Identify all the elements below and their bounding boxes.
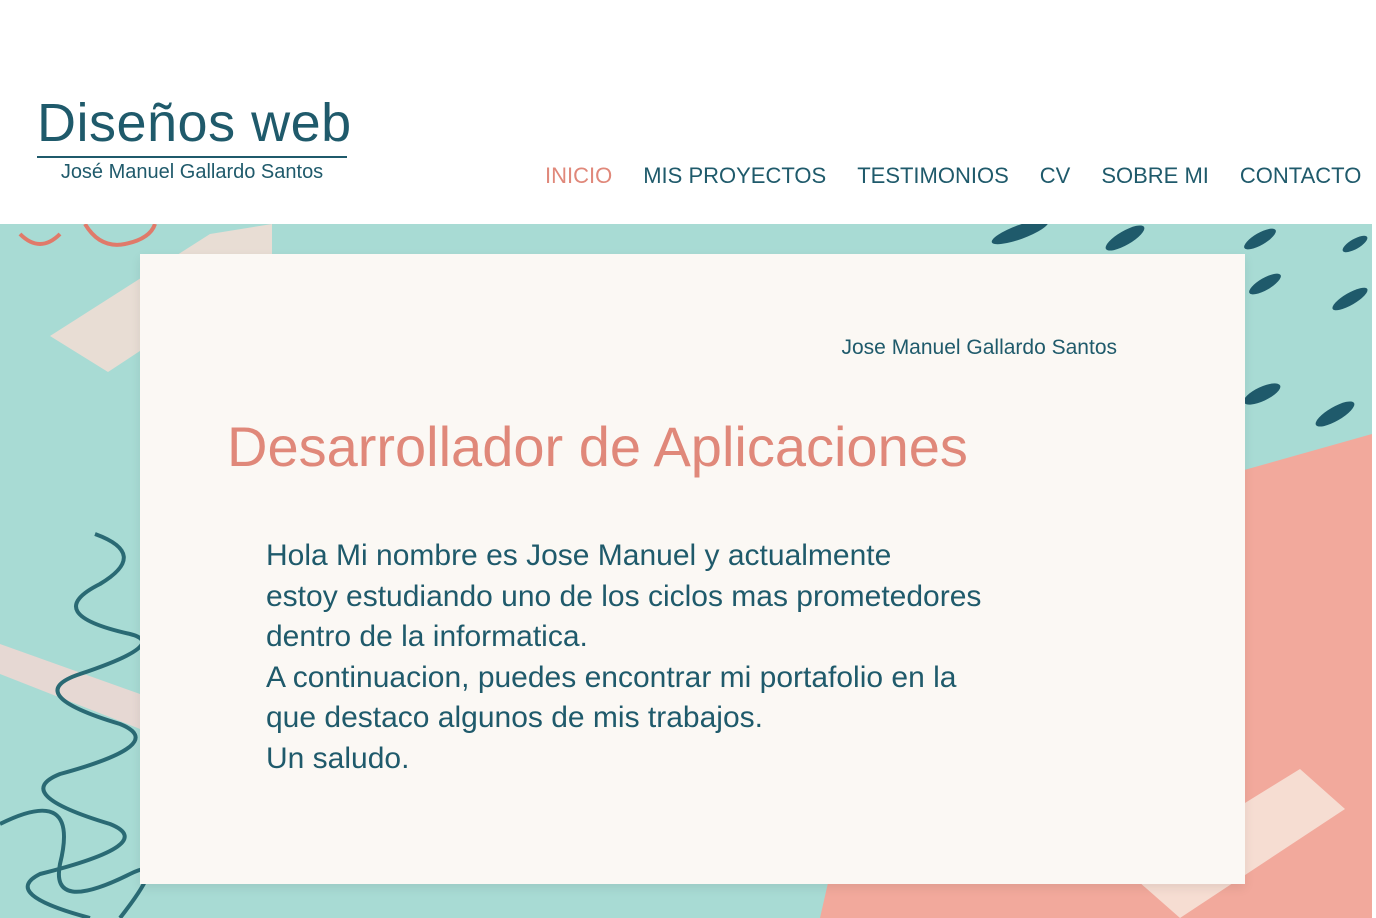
card-body-text: Hola Mi nombre es Jose Manuel y actualme… bbox=[266, 536, 1146, 779]
card-heading: Desarrollador de Aplicaciones bbox=[227, 415, 968, 478]
main-nav: INICIO MIS PROYECTOS TESTIMONIOS CV SOBR… bbox=[545, 160, 1361, 192]
body-line: estoy estudiando uno de los ciclos mas p… bbox=[266, 579, 982, 613]
nav-item-cv[interactable]: CV bbox=[1040, 160, 1071, 192]
nav-item-sobre-mi[interactable]: SOBRE MI bbox=[1101, 160, 1209, 192]
site-logo[interactable]: Diseños web José Manuel Gallardo Santos bbox=[37, 92, 352, 184]
nav-item-testimonios[interactable]: TESTIMONIOS bbox=[857, 160, 1009, 192]
body-line: A continuacion, puedes encontrar mi port… bbox=[266, 660, 957, 694]
squiggle-red bbox=[18, 224, 157, 247]
scribble-dark bbox=[25, 532, 145, 918]
body-line: dentro de la informatica. bbox=[266, 620, 588, 653]
card-author-name: Jose Manuel Gallardo Santos bbox=[841, 336, 1118, 359]
nav-item-contacto[interactable]: CONTACTO bbox=[1240, 160, 1361, 192]
nav-item-mis-proyectos[interactable]: MIS PROYECTOS bbox=[643, 160, 826, 192]
tape-strip-left bbox=[0, 644, 140, 729]
body-line: Un saludo. bbox=[266, 741, 410, 775]
logo-divider bbox=[37, 156, 347, 158]
intro-card: Jose Manuel Gallardo Santos Desarrollado… bbox=[140, 254, 1245, 884]
hero-section: Jose Manuel Gallardo Santos Desarrollado… bbox=[0, 224, 1372, 918]
body-line: Hola Mi nombre es Jose Manuel y actualme… bbox=[266, 539, 892, 572]
nav-item-inicio[interactable]: INICIO bbox=[545, 160, 612, 192]
logo-title: Diseños web bbox=[37, 93, 352, 153]
logo-subtitle: José Manuel Gallardo Santos bbox=[60, 161, 324, 183]
body-line: que destaco algunos de mis trabajos. bbox=[266, 701, 763, 734]
